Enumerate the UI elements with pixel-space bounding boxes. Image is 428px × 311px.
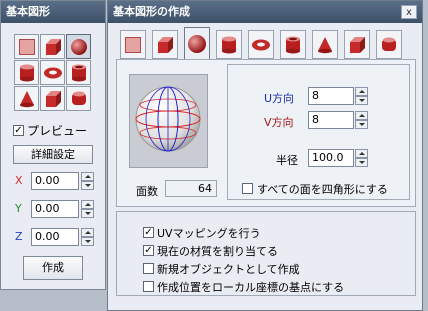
x-spinner[interactable] <box>81 172 94 190</box>
tab-pipe[interactable] <box>280 30 306 59</box>
x-field[interactable]: 0.00 <box>31 172 79 190</box>
assign-material-checkbox[interactable]: ✓ <box>143 245 154 256</box>
cube-icon <box>45 38 61 55</box>
y-field[interactable]: 0.00 <box>31 200 79 218</box>
z-field[interactable]: 0.00 <box>31 228 79 246</box>
y-label: Y <box>15 202 22 215</box>
local-origin-label: 作成位置をローカル座標の基点にする <box>157 281 345 294</box>
shape-torus-button[interactable] <box>40 60 65 85</box>
u-spinner[interactable] <box>355 87 368 105</box>
x-label: X <box>15 174 23 187</box>
local-origin-checkbox[interactable] <box>143 281 154 292</box>
v-field[interactable]: 8 <box>308 111 354 129</box>
all-quads-checkbox[interactable] <box>242 183 253 194</box>
assign-material-label: 現在の材質を割り当てる <box>157 245 278 258</box>
tab-cube[interactable] <box>152 30 178 59</box>
param-group <box>227 64 410 200</box>
u-label: U方向 <box>264 92 295 105</box>
sphere-preview <box>129 74 208 168</box>
octahedron-icon <box>45 90 61 107</box>
cylinder-icon <box>222 36 236 53</box>
preview-checkbox[interactable]: ✓ <box>13 125 24 136</box>
sphere-icon <box>70 38 87 55</box>
preview-label: プレビュー <box>27 124 88 138</box>
faces-label: 面数 <box>136 185 158 198</box>
tab-plane[interactable] <box>120 30 146 59</box>
new-object-label: 新規オブジェクトとして作成 <box>157 263 300 276</box>
u-field[interactable]: 8 <box>308 87 354 105</box>
pipe-icon <box>286 36 300 53</box>
dialog-title: 基本図形の作成 <box>108 1 422 23</box>
shape-cube-button[interactable] <box>40 34 65 59</box>
shape-cone-button[interactable] <box>14 86 39 111</box>
z-label: Z <box>15 230 23 243</box>
tab-octahedron[interactable] <box>344 30 370 59</box>
detail-settings-button[interactable]: 詳細設定 <box>13 145 93 164</box>
pipe-icon <box>71 64 86 81</box>
tab-sphere[interactable] <box>184 27 210 60</box>
v-spinner[interactable] <box>355 111 368 129</box>
new-object-checkbox[interactable] <box>143 263 154 274</box>
shape-capsule-button[interactable] <box>66 86 91 111</box>
cylinder-icon <box>19 64 34 81</box>
tab-cone[interactable] <box>312 30 338 59</box>
uv-mapping-label: UVマッピングを行う <box>157 227 261 240</box>
tab-capsule[interactable] <box>376 30 402 59</box>
tab-cylinder[interactable] <box>216 30 242 59</box>
radius-spinner[interactable] <box>355 149 368 167</box>
uv-mapping-checkbox[interactable]: ✓ <box>143 227 154 238</box>
shape-cylinder-button[interactable] <box>14 60 39 85</box>
torus-icon <box>43 67 62 78</box>
faces-value: 64 <box>165 180 217 197</box>
capsule-icon <box>71 91 86 105</box>
torus-icon <box>252 39 270 50</box>
plane-icon <box>125 36 141 53</box>
create-button[interactable]: 作成 <box>23 256 83 280</box>
create-shape-dialog: 基本図形の作成 x 面数 64 U方向 8 V方向 8 半径 100.0 すべて… <box>107 0 423 311</box>
plane-icon <box>18 38 35 55</box>
y-spinner[interactable] <box>81 200 94 218</box>
all-quads-label: すべての面を四角形にする <box>257 183 388 196</box>
shape-palette-window: 基本図形 ✓ プレビュー 詳細設定 X 0.00 Y 0.00 Z 0.00 作… <box>0 0 106 290</box>
cube-icon <box>158 36 173 53</box>
shape-octahedron-button[interactable] <box>40 86 65 111</box>
radius-label: 半径 <box>276 154 298 167</box>
v-label: V方向 <box>264 116 294 129</box>
radius-field[interactable]: 100.0 <box>308 149 354 167</box>
shape-plane-button[interactable] <box>14 34 39 59</box>
z-spinner[interactable] <box>81 228 94 246</box>
octahedron-icon <box>350 36 365 53</box>
sphere-icon <box>188 35 206 53</box>
cone-icon <box>19 90 34 107</box>
palette-title: 基本図形 <box>1 1 105 23</box>
tab-torus[interactable] <box>248 30 274 59</box>
shape-sphere-button[interactable] <box>66 34 91 59</box>
cone-icon <box>318 36 332 53</box>
shape-pipe-button[interactable] <box>66 60 91 85</box>
wireframe-sphere-icon <box>135 86 201 152</box>
close-button[interactable]: x <box>401 5 417 19</box>
capsule-icon <box>382 37 396 51</box>
